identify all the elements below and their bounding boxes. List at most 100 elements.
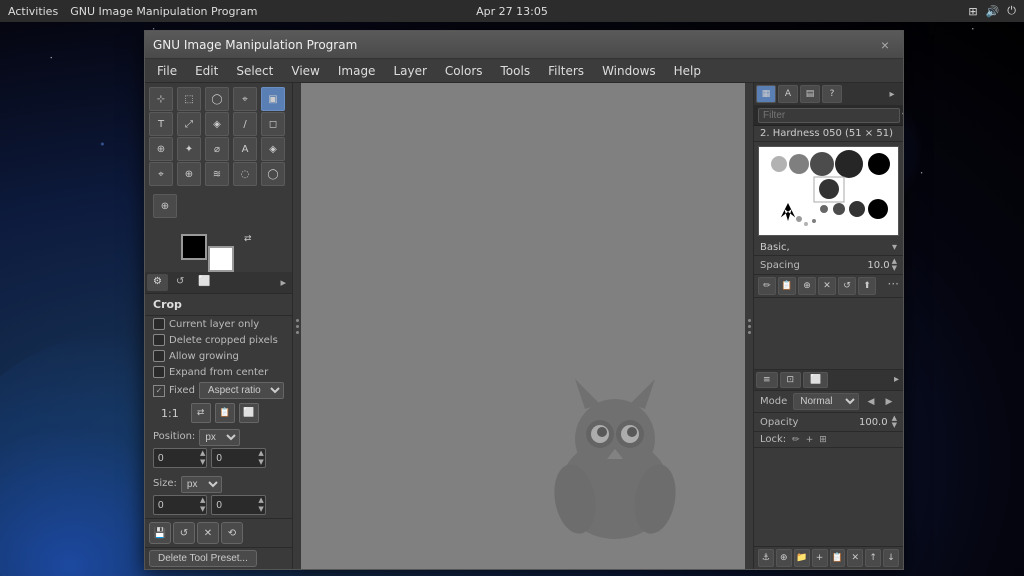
delete-cropped-checkbox[interactable] bbox=[153, 334, 165, 346]
lock-position-icon[interactable]: + bbox=[806, 435, 814, 445]
menu-tools[interactable]: Tools bbox=[493, 62, 539, 80]
size-w-input[interactable] bbox=[154, 498, 199, 513]
pos-x-input[interactable] bbox=[154, 451, 199, 466]
layer-paths-tab[interactable]: ⊡ bbox=[780, 372, 802, 388]
menu-edit[interactable]: Edit bbox=[187, 62, 226, 80]
fixed-checkbox[interactable]: ✓ bbox=[153, 385, 165, 397]
opacity-stepper[interactable]: ▲ ▼ bbox=[892, 415, 897, 429]
bucket-fill-tool[interactable]: ◈ bbox=[205, 112, 229, 136]
panel-menu-icon[interactable]: ▸ bbox=[276, 274, 290, 291]
size-h-input[interactable] bbox=[212, 498, 257, 513]
warp-tool[interactable]: ≋ bbox=[205, 162, 229, 186]
pencil-tool[interactable]: / bbox=[233, 112, 257, 136]
size-w-down[interactable]: ▼ bbox=[199, 505, 206, 514]
paint-tool[interactable]: ◌ bbox=[233, 162, 257, 186]
ratio-preset-btn[interactable]: 📋 bbox=[215, 403, 235, 423]
layer-mode-prev[interactable]: ◀ bbox=[863, 394, 879, 410]
brush-more-btn[interactable]: ··· bbox=[888, 277, 899, 295]
layer-duplicate-btn[interactable]: 📋 bbox=[830, 549, 846, 567]
measure-tool[interactable]: ⌖ bbox=[149, 162, 173, 186]
layer-new-from-visible-btn[interactable]: ⊕ bbox=[776, 549, 792, 567]
layer-channels-tab[interactable]: ≡ bbox=[756, 372, 778, 388]
layer-panel-menu[interactable]: ▸ bbox=[892, 372, 901, 388]
brush-duplicate-btn[interactable]: 📋 bbox=[778, 277, 796, 295]
pos-y-input[interactable] bbox=[212, 451, 257, 466]
menu-help[interactable]: Help bbox=[666, 62, 709, 80]
brush-font-tab[interactable]: A bbox=[778, 85, 798, 103]
brush-panel-menu[interactable]: ▸ bbox=[883, 85, 901, 103]
close-button[interactable]: × bbox=[875, 35, 895, 55]
canvas-tab[interactable]: ⬜ bbox=[192, 274, 216, 291]
pos-y-up[interactable]: ▲ bbox=[257, 449, 264, 458]
swap-colors-icon[interactable]: ⇄ bbox=[244, 234, 252, 244]
brush-gradient-tab[interactable]: ▤ bbox=[800, 85, 820, 103]
eraser-tool[interactable]: ◻ bbox=[261, 112, 285, 136]
tool-options-tab[interactable]: ⚙ bbox=[147, 274, 168, 291]
free-select-tool[interactable]: ⌖ bbox=[233, 87, 257, 111]
ratio-landscape-btn[interactable]: ⬜ bbox=[239, 403, 259, 423]
right-separator[interactable] bbox=[745, 83, 753, 569]
brush-export-btn[interactable]: ⬆ bbox=[858, 277, 876, 295]
layer-mode-next[interactable]: ▶ bbox=[881, 394, 897, 410]
alignment-tool[interactable]: ⊹ bbox=[149, 87, 173, 111]
ratio-swap-btn[interactable]: ⇄ bbox=[191, 403, 211, 423]
menu-filters[interactable]: Filters bbox=[540, 62, 592, 80]
save-tool-preset-btn[interactable]: 💾 bbox=[149, 522, 171, 544]
layer-group-btn[interactable]: 📁 bbox=[794, 549, 810, 567]
menu-file[interactable]: File bbox=[149, 62, 185, 80]
menu-windows[interactable]: Windows bbox=[594, 62, 664, 80]
restore-tool-preset-btn[interactable]: ↺ bbox=[173, 522, 195, 544]
lock-pixels-icon[interactable]: ✏ bbox=[792, 435, 800, 445]
size-w-up[interactable]: ▲ bbox=[199, 496, 206, 505]
left-separator[interactable] bbox=[293, 83, 301, 569]
activities-button[interactable]: Activities bbox=[8, 5, 58, 18]
brush-category-arrow[interactable]: ▾ bbox=[892, 242, 897, 253]
expand-center-checkbox[interactable] bbox=[153, 366, 165, 378]
layer-down-btn[interactable]: ↓ bbox=[883, 549, 899, 567]
layer-delete-btn[interactable]: ✕ bbox=[847, 549, 863, 567]
layer-up-btn[interactable]: ↑ bbox=[865, 549, 881, 567]
layer-mode-select[interactable]: Normal Dissolve Multiply Screen bbox=[793, 393, 859, 410]
heal-tool[interactable]: ✦ bbox=[177, 137, 201, 161]
delete-tool-preset-btn[interactable]: ✕ bbox=[197, 522, 219, 544]
ellipse-select-tool[interactable]: ◯ bbox=[205, 87, 229, 111]
menu-layer[interactable]: Layer bbox=[385, 62, 434, 80]
rect-select-tool[interactable]: ⬚ bbox=[177, 87, 201, 111]
pos-x-up[interactable]: ▲ bbox=[199, 449, 206, 458]
aspect-ratio-select[interactable]: Aspect ratio Width Height Size bbox=[199, 382, 284, 399]
app-indicator[interactable]: GNU Image Manipulation Program bbox=[70, 5, 257, 18]
size-unit-select[interactable]: px % mm bbox=[181, 476, 222, 493]
current-layer-checkbox[interactable] bbox=[153, 318, 165, 330]
brush-new-btn[interactable]: ⊕ bbox=[798, 277, 816, 295]
menu-view[interactable]: View bbox=[283, 62, 327, 80]
background-color[interactable] bbox=[208, 246, 234, 272]
color-picker[interactable]: ◈ bbox=[261, 137, 285, 161]
zoom-fit-tool[interactable]: ⊕ bbox=[153, 194, 177, 218]
reset-tool-btn[interactable]: ⟲ bbox=[221, 522, 243, 544]
menu-colors[interactable]: Colors bbox=[437, 62, 491, 80]
brush-edit-btn[interactable]: ✏ bbox=[758, 277, 776, 295]
brush-filter-input[interactable] bbox=[758, 108, 900, 123]
layer-anchor-btn[interactable]: ⚓ bbox=[758, 549, 774, 567]
foreground-color[interactable] bbox=[181, 234, 207, 260]
spacing-stepper[interactable]: ▲ ▼ bbox=[892, 258, 897, 272]
undo-history-tab[interactable]: ↺ bbox=[170, 274, 190, 291]
size-h-down[interactable]: ▼ bbox=[257, 505, 264, 514]
pos-y-down[interactable]: ▼ bbox=[257, 458, 264, 467]
clone-tool[interactable]: ⊕ bbox=[149, 137, 173, 161]
delete-preset-button[interactable]: Delete Tool Preset... bbox=[149, 550, 257, 567]
layer-new-btn[interactable]: + bbox=[812, 549, 828, 567]
menu-image[interactable]: Image bbox=[330, 62, 384, 80]
menu-select[interactable]: Select bbox=[228, 62, 281, 80]
text-tool[interactable]: T bbox=[149, 112, 173, 136]
opacity-down[interactable]: ▼ bbox=[892, 422, 897, 429]
brush-delete-btn[interactable]: ✕ bbox=[818, 277, 836, 295]
pos-x-down[interactable]: ▼ bbox=[199, 458, 206, 467]
canvas-area[interactable] bbox=[301, 83, 745, 569]
allow-growing-checkbox[interactable] bbox=[153, 350, 165, 362]
transform-tool[interactable]: ⤢ bbox=[177, 112, 201, 136]
brush-pattern-tab[interactable]: ▦ bbox=[756, 85, 776, 103]
position-unit-select[interactable]: px % mm bbox=[199, 429, 240, 446]
layer-undo-tab[interactable]: ⬜ bbox=[803, 372, 828, 388]
size-h-up[interactable]: ▲ bbox=[257, 496, 264, 505]
